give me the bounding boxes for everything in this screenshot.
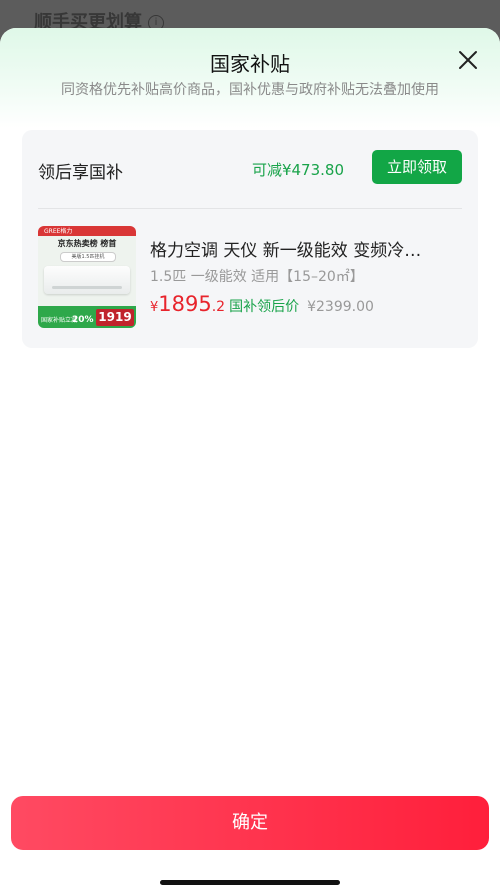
image-subtag: 美版1.5匹挂机 [60,252,116,262]
subsidy-header-row: 领后享国补 可减¥473.80 立即领取 [38,150,462,188]
subsidy-sheet: 国家补贴 同资格优先补贴高价商品，国补优惠与政府补贴无法叠加使用 领后享国补 可… [0,28,500,896]
price-row: ¥1895.2 国补领后价 ¥2399.00 [150,292,374,316]
product-image[interactable]: GREE格力 京东热卖榜 榜首 美版1.5匹挂机 国家补贴立减 20% 1919 [38,226,136,328]
claim-now-button[interactable]: 立即领取 [372,150,462,184]
product-item[interactable]: GREE格力 京东热卖榜 榜首 美版1.5匹挂机 国家补贴立减 20% 1919… [38,226,462,330]
image-headline: 京东热卖榜 榜首 [57,239,117,248]
close-icon[interactable] [456,48,480,72]
image-price: 1919 [96,309,134,326]
divider [38,208,462,209]
product-name: 格力空调 天仪 新一级能效 变频冷… [150,241,422,261]
sheet-subtitle: 同资格优先补贴高价商品，国补优惠与政府补贴无法叠加使用 [61,82,439,98]
price-integer: 1895 [158,292,212,316]
subsidy-title: 领后享国补 [38,163,123,183]
air-conditioner-image [44,266,130,294]
brand-ribbon: GREE格力 [38,226,136,236]
image-bottom-band: 国家补贴立减 20% 1919 [38,306,136,328]
sheet-header: 国家补贴 同资格优先补贴高价商品，国补优惠与政府补贴无法叠加使用 [0,28,500,128]
after-subsidy-label: 国补领后价 [229,299,300,315]
image-discount: 20% [72,315,94,325]
confirm-button[interactable]: 确定 [11,796,489,850]
saving-amount: 可减¥473.80 [251,161,344,179]
home-indicator[interactable] [160,880,340,885]
original-price: ¥2399.00 [307,299,374,315]
price-decimal: .2 [211,299,226,315]
product-spec: 1.5匹 一级能效 适用【15–20㎡】 [150,269,364,285]
subsidy-card: 领后享国补 可减¥473.80 立即领取 GREE格力 京东热卖榜 榜首 美版1… [22,130,478,348]
sheet-title: 国家补贴 [210,52,290,76]
